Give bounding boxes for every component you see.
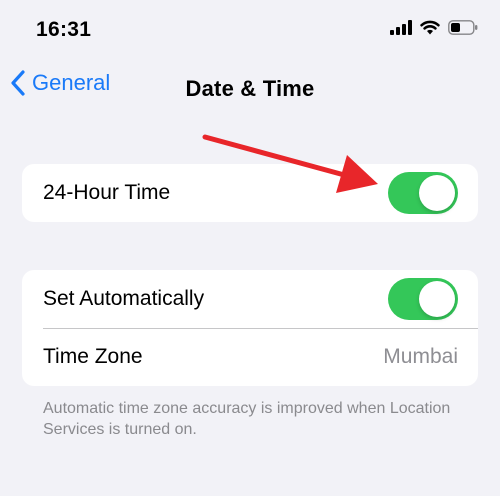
row-label-set-automatically: Set Automatically [43, 287, 205, 310]
settings-group-24-hour: 24-Hour Time [22, 164, 478, 222]
toggle-knob [419, 281, 455, 317]
status-icons [390, 20, 478, 35]
footer-note: Automatic time zone accuracy is improved… [43, 400, 451, 438]
navigation-bar: General Date & Time [0, 62, 500, 114]
toggle-set-automatically[interactable] [388, 278, 458, 320]
row-label-24-hour-time: 24-Hour Time [43, 181, 171, 204]
time-zone-value: Mumbai [383, 345, 458, 368]
status-bar: 16:31 [0, 0, 500, 56]
row-24-hour-time: 24-Hour Time [22, 164, 478, 222]
signal-bars-icon [390, 20, 412, 35]
toggle-knob [419, 175, 455, 211]
page-title: Date & Time [185, 76, 315, 101]
row-label-time-zone: Time Zone [43, 345, 143, 368]
row-set-automatically: Set Automatically [22, 270, 478, 328]
status-time: 16:31 [36, 18, 92, 41]
battery-icon [448, 20, 478, 35]
row-time-zone[interactable]: Time Zone Mumbai [22, 328, 478, 386]
toggle-24-hour-time[interactable] [388, 172, 458, 214]
settings-group-auto: Set Automatically Time Zone Mumbai [22, 270, 478, 386]
wifi-icon [420, 20, 440, 35]
